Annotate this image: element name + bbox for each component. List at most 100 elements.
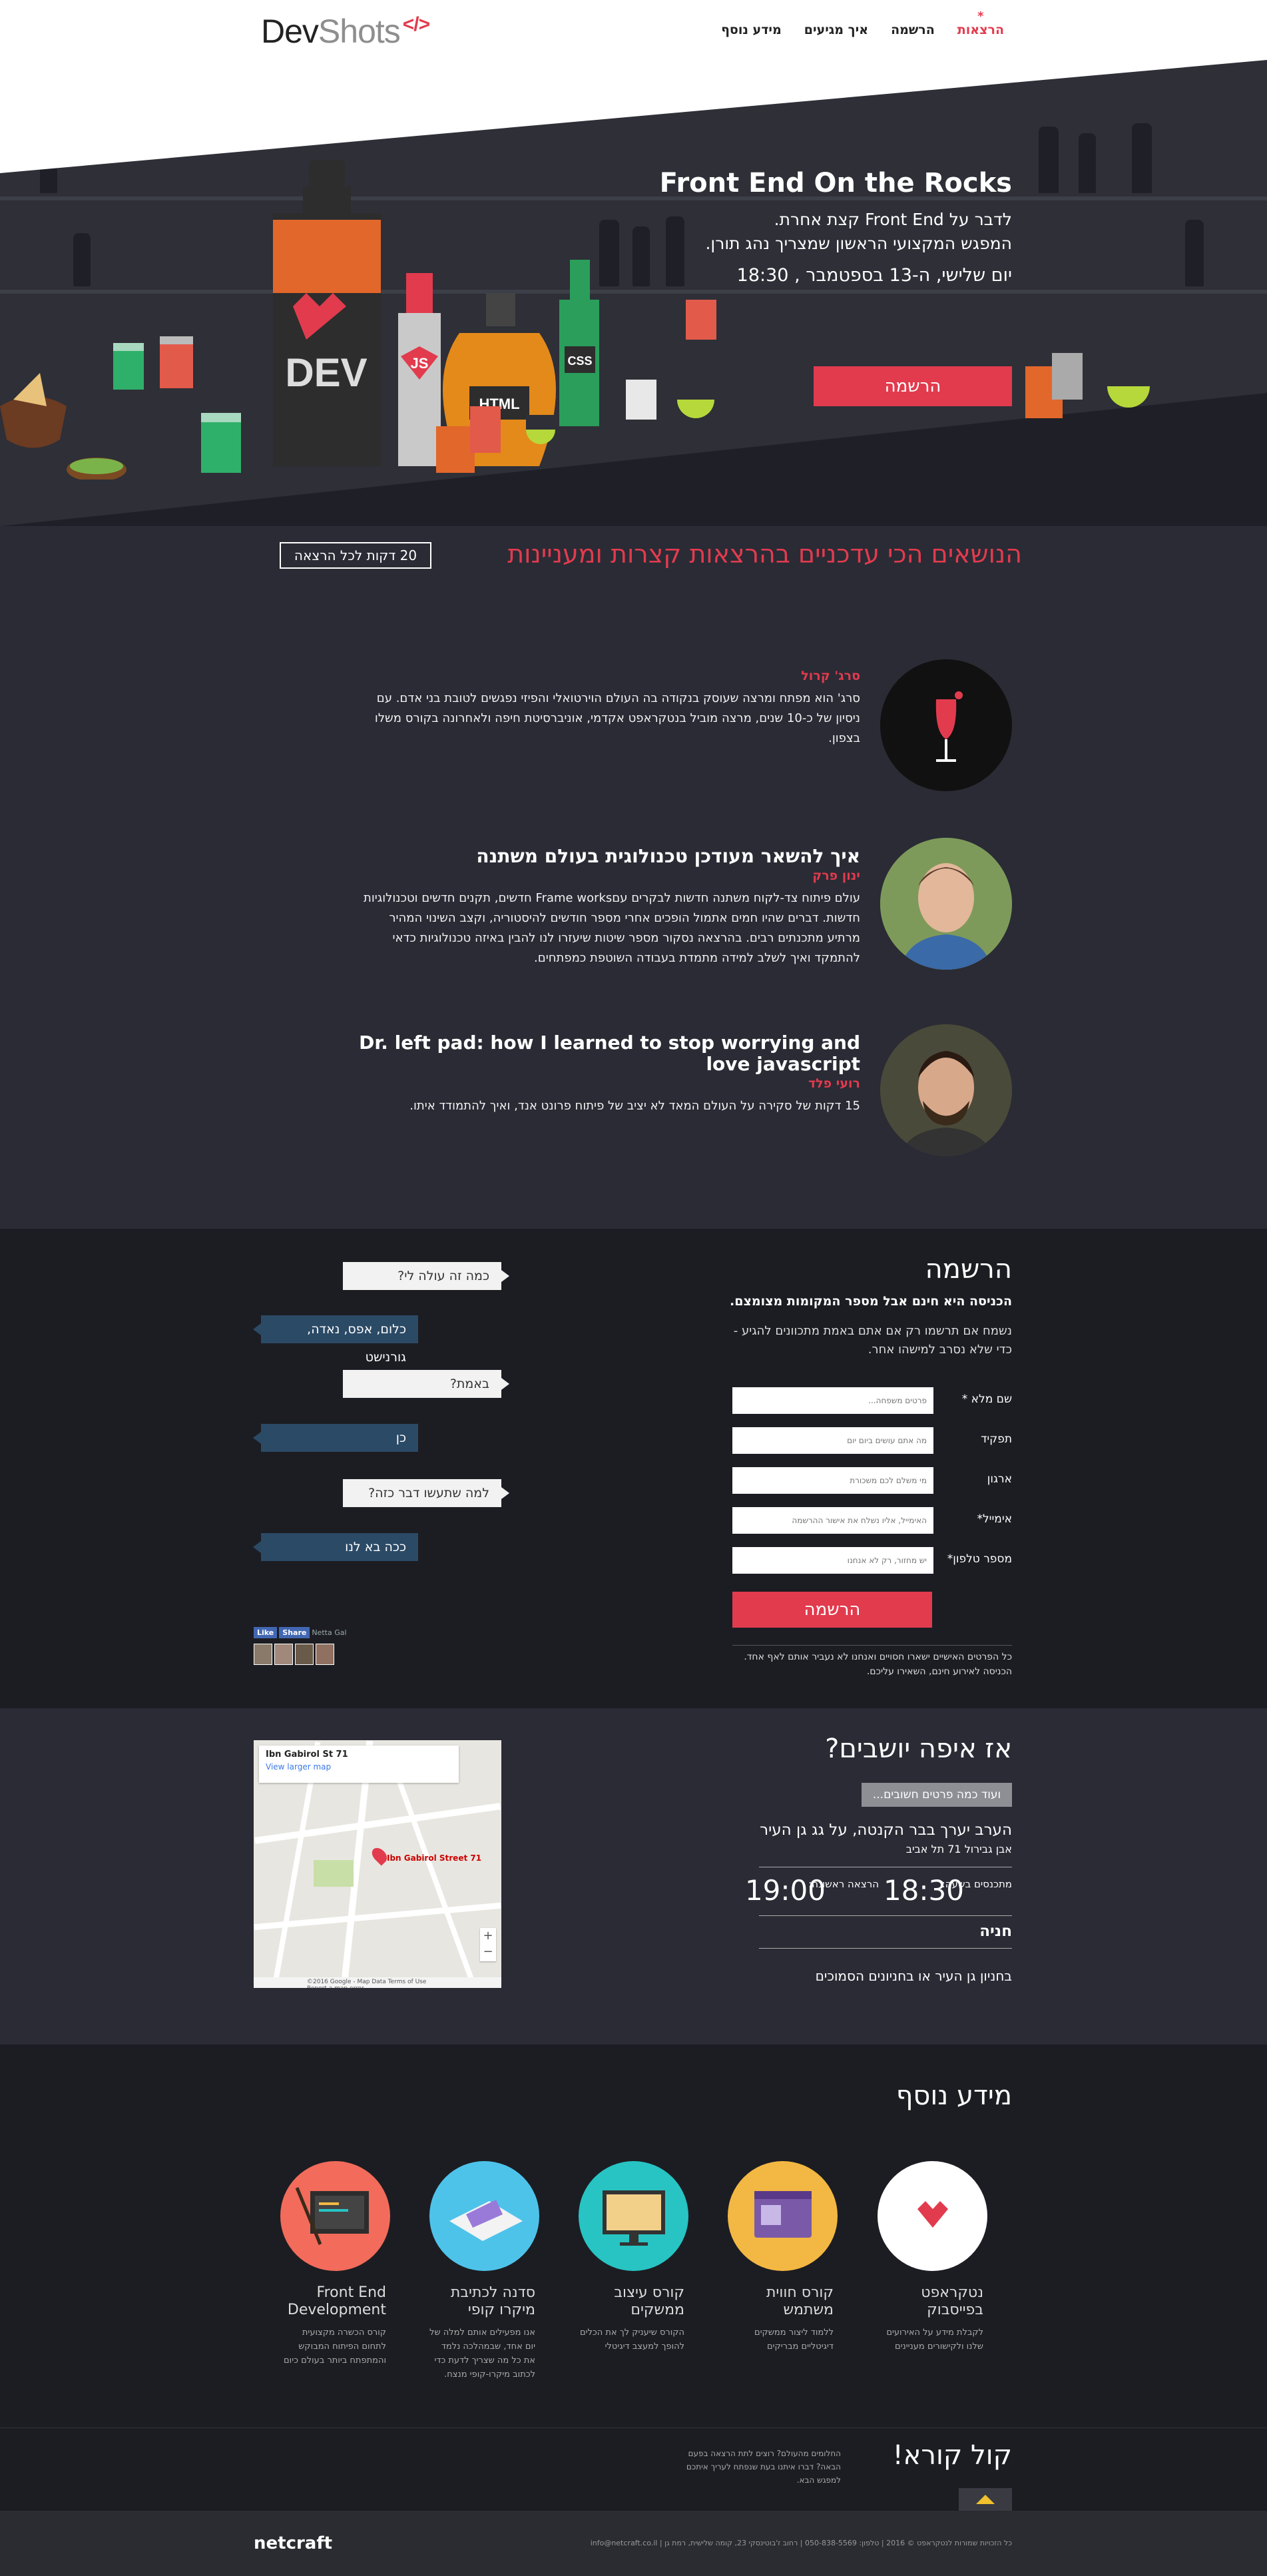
talk-title: Dr. left pad: how I learned to stop worr… (359, 1032, 860, 1075)
register-title: הרשמה (925, 1254, 1012, 1285)
talk-speaker: רועי פלד (808, 1076, 860, 1091)
talk-title: איך להשאר מעודכן טכנולוגית בעולם משתנה (476, 845, 860, 867)
map-footer: ©2016 Google - Map Data Terms of Use Rep… (254, 1977, 501, 1988)
hero-register-button[interactable]: הרשמה (814, 366, 1012, 406)
nav-lectures[interactable]: הרצאות (957, 23, 1004, 37)
main-nav: הרצאות הרשמה איך מגיעים מידע נוסף (721, 23, 1004, 37)
logo-code-icon: </> (402, 13, 430, 35)
info-card-ui[interactable]: קורס עיצוב ממשקים הקורס שיעניק לך את הכל… (577, 2161, 690, 2354)
map-zoom-control[interactable]: + − (480, 1928, 496, 1961)
phone-label: מספר טלפון* (947, 1552, 1012, 1566)
role-input[interactable] (732, 1427, 933, 1454)
venue-street: אבן גבירול 71 תל אביב (905, 1843, 1012, 1855)
duration-badge: 20 דקות לכל הרצאה (280, 542, 431, 569)
location-title: אז איפה יושבים? (825, 1734, 1012, 1764)
topics-title: הנושאים הכי עדכניים בהרצאות קצרות ומעניי… (507, 539, 1022, 569)
info-card-ux[interactable]: קורס חווית משתמש ללמוד ליצור ממשקים דיגי… (726, 2161, 839, 2354)
faq-question: באמת? (343, 1370, 509, 1398)
hero-line-2: המפגש המקצועי הראשון שמצריך נהג תורן. (705, 234, 1012, 253)
register-subtitle: הכניסה היא חינם אבל מספר המקומות מצומצם. (730, 1294, 1012, 1309)
form-row-role: תפקיד (732, 1427, 1012, 1455)
hero-section: DEV JS HTML CSS Front End On the Rocks ל… (0, 60, 1267, 526)
email-label: אימייל* (977, 1512, 1012, 1526)
email-input[interactable] (732, 1507, 933, 1534)
org-label: ארגון (987, 1472, 1012, 1486)
talk-description: סרג' הוא מפתח ומרצה שעוסק בנקודה בה העול… (374, 691, 860, 745)
facebook-heart-icon (877, 2161, 987, 2271)
info-card-title: נטקראפט בפייסבוק (921, 2284, 983, 2318)
hero-date: יום שלישי, ה-13 בספטמבר , 18:30 (736, 265, 1012, 286)
avatar[interactable] (316, 1644, 334, 1665)
register-submit-button[interactable]: הרשמה (732, 1592, 932, 1628)
speaker-avatar (880, 838, 1012, 970)
hero-title: Front End On the Rocks (659, 168, 1012, 198)
bottle-label-css: CSS (567, 354, 592, 368)
fb-friend-avatars (254, 1644, 334, 1665)
talk-speaker: ינון פרק (812, 868, 860, 883)
info-card-microcopy[interactable]: סדנה לכתיבת מיקרו קופי אנו מפעילים אותם … (427, 2161, 541, 2382)
faq-question: למה שתעשו דבר כזה? (343, 1479, 509, 1507)
info-card-title: Front End Development (287, 2284, 386, 2318)
info-card-title: קורס עיצוב ממשקים (614, 2284, 684, 2318)
logo-shots: Shots (318, 13, 401, 50)
site-footer: netcraft כל הזכויות שמורות לנטקראפט © 20… (0, 2511, 1267, 2576)
map-place-card: Ibn Gabirol St 71 View larger map (259, 1746, 459, 1783)
faq-answer: כלום, אפס, נאדה, גורנישט (253, 1315, 418, 1365)
faq-answer: כן (253, 1424, 418, 1452)
privacy-note: כל הפרטים האישיים ישארו חסויים ואנחנו לא… (732, 1645, 1012, 1679)
talk-description: עולם פיתוח צד-לקוח משתנה חדשות לבקרים עם… (364, 891, 860, 965)
org-input[interactable] (732, 1467, 933, 1494)
talk-item: סרג' קרול סרג' הוא מפתח ומרצה שעוסק בנקו… (346, 659, 1012, 793)
avatar[interactable] (295, 1644, 314, 1665)
phone-input[interactable] (732, 1547, 933, 1574)
speaker-avatar (880, 1024, 1012, 1156)
info-card-facebook[interactable]: נטקראפט בפייסבוק לקבלת מידע על האירועים … (876, 2161, 989, 2354)
form-row-phone: מספר טלפון* (732, 1547, 1012, 1575)
form-row-fullname: שם מלא * (732, 1387, 1012, 1415)
cfp-title: קול קורא! (892, 2440, 1012, 2471)
talk-description: 15 דקות של סקירה על העולם המאד לא יציב ש… (409, 1099, 860, 1113)
role-label: תפקיד (981, 1433, 1012, 1446)
talk-item: Dr. left pad: how I learned to stop worr… (346, 1024, 1012, 1157)
info-card-title: קורס חווית משתמש (766, 2284, 834, 2318)
footer-contact: כל הזכויות שמורות לנטקראפט © 2016 | טלפו… (590, 2539, 1012, 2547)
speaker-avatar (880, 659, 1012, 791)
fullname-input[interactable] (732, 1387, 933, 1414)
netcraft-logo[interactable]: netcraft (254, 2533, 332, 2553)
avatar[interactable] (254, 1644, 272, 1665)
cfp-text: החלומים מהעולם? רוצים לתת הרצאה בפעם הבא… (686, 2449, 841, 2485)
info-card-desc: ללמוד ליצור ממשקים דיגיטליים מבריקים (754, 2328, 834, 2352)
fb-like-button[interactable]: Like (254, 1627, 278, 1638)
info-card-desc: קורס הכשרה מקצועית לתחום הפיתוח המבוקש ו… (284, 2328, 386, 2366)
faq-question: כמה זה עולה לי? (343, 1262, 509, 1290)
logo[interactable]: DevShots </> (261, 12, 430, 51)
info-card-frontend[interactable]: Front End Development קורס הכשרה מקצועית… (278, 2161, 391, 2368)
speaker-photo (880, 838, 1012, 970)
more-details-button[interactable]: ועוד כמה פרטים חשובים... (862, 1783, 1012, 1807)
hero-text: Front End On the Rocks לדבר על Front End… (639, 168, 1012, 288)
info-card-desc: אנו מפעילים אותם למלה של יום אחד, שבמהלכ… (429, 2328, 535, 2380)
logo-dev: Dev (261, 13, 319, 50)
nav-register[interactable]: הרשמה (891, 23, 935, 37)
site-header: DevShots</> הרצאות הרשמה איך מגיעים מידע… (0, 0, 1267, 60)
more-info-title: מידע נוסף (895, 2081, 1012, 2111)
topics-section: הנושאים הכי עדכניים בהרצאות קצרות ומעניי… (0, 526, 1267, 1229)
scroll-top-icon[interactable] (959, 2488, 1012, 2511)
form-row-org: ארגון (732, 1467, 1012, 1495)
fb-share-button[interactable]: Share (279, 1627, 310, 1638)
talk-item: איך להשאר מעודכן טכנולוגית בעולם משתנה י… (346, 838, 1012, 971)
bottle-label-js: JS (411, 355, 429, 372)
google-map[interactable]: Ibn Gabirol St 71 View larger map Ibn Ga… (254, 1740, 501, 1988)
register-section: הרשמה הכניסה היא חינם אבל מספר המקומות מ… (0, 1229, 1267, 1708)
talk-speaker: סרג' קרול (801, 669, 860, 683)
faq-answer: ככה בא לנו (253, 1533, 418, 1561)
nav-directions[interactable]: איך מגיעים (804, 23, 868, 37)
map-larger-link[interactable]: View larger map (266, 1762, 331, 1771)
nav-more-info[interactable]: מידע נוסף (721, 23, 782, 37)
bottle-label-dev: DEV (285, 350, 367, 395)
map-pin-label: Ibn Gabirol Street 71 (387, 1853, 482, 1863)
map-place-name: Ibn Gabirol St 71 (266, 1750, 348, 1760)
ux-browser-icon (727, 2161, 838, 2271)
avatar[interactable] (274, 1644, 293, 1665)
more-info-section: מידע נוסף נטקראפט בפייסבוק לקבלת מידע על… (0, 2045, 1267, 2427)
